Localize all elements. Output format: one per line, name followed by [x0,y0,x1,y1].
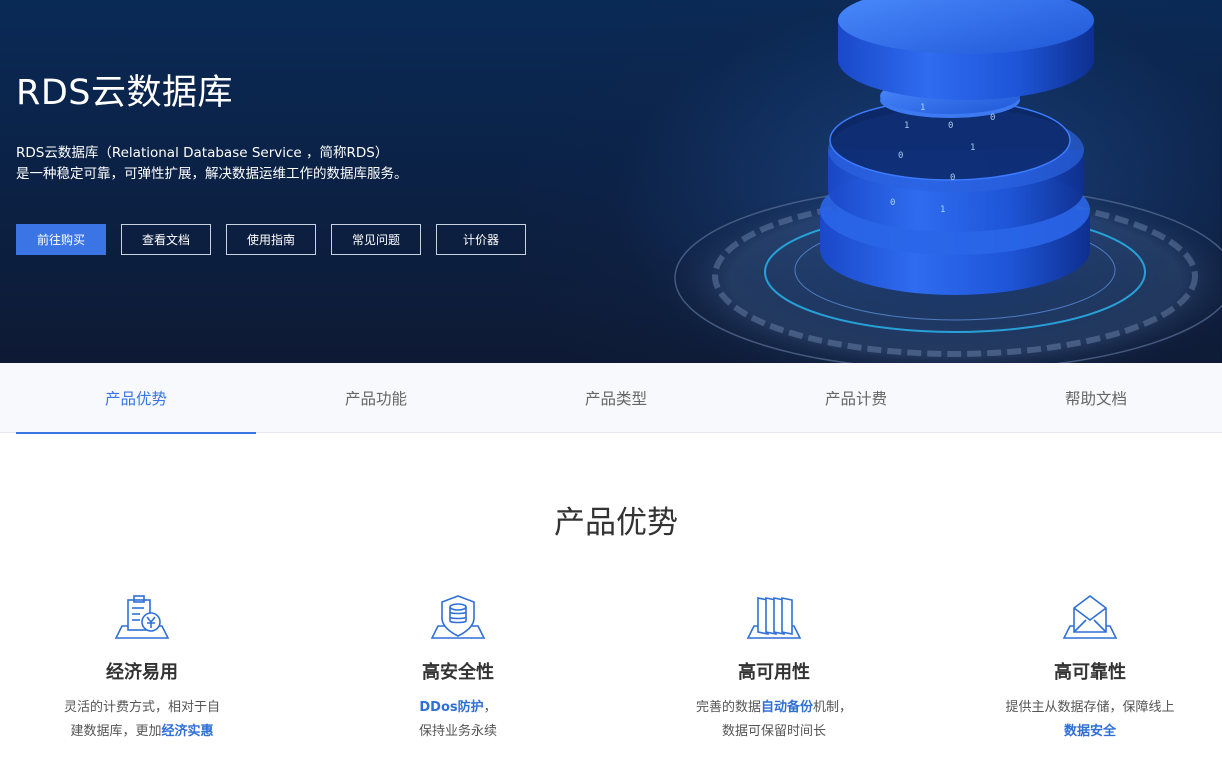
hero-button-group: 前往购买 查看文档 使用指南 常见问题 计价器 [16,224,526,255]
feature-description-line-2: 数据安全 [1063,724,1116,739]
svg-text:0: 0 [950,173,955,183]
feature-text: 建数据库，更加 [70,724,162,739]
feature-description-line-1: DDos防护， [308,696,608,720]
svg-text:0: 0 [990,113,995,123]
svg-text:1: 1 [940,205,945,215]
feature-availability: 高可用性 完善的数据自动备份机制， 数据可保留时间长 [624,592,924,744]
feature-economical: 经济易用 灵活的计费方式，相对于自 建数据库，更加经济实惠 [0,592,292,744]
tab-help-docs[interactable]: 帮助文档 [976,363,1216,433]
feature-text: ， [483,700,497,715]
price-calculator-button[interactable]: 计价器 [436,224,526,255]
feature-description-line-2: 数据可保留时间长 [721,724,826,739]
svg-text:1: 1 [920,103,925,113]
database-illustration: 1 0 1 0 1 0 0 1 0 [655,0,1222,363]
feature-description-line-1: 灵活的计费方式，相对于自 [63,700,220,715]
feature-description: 完善的数据自动备份机制， 数据可保留时间长 [624,696,924,744]
view-docs-button[interactable]: 查看文档 [121,224,211,255]
tab-billing[interactable]: 产品计费 [736,363,976,433]
feature-description: DDos防护， 保持业务永续 [308,696,608,744]
feature-title: 高安全性 [422,662,494,683]
feature-security: 高安全性 DDos防护， 保持业务永续 [308,592,608,744]
svg-text:0: 0 [890,198,895,208]
feature-reliability: 高可靠性 提供主从数据存储，保障线上 数据安全 [940,592,1222,744]
tab-types[interactable]: 产品类型 [496,363,736,433]
feature-text: 机制， [813,700,853,715]
svg-text:0: 0 [898,151,903,161]
envelope-icon [1062,595,1118,639]
hero-description: RDS云数据库（Relational Database Service ，简称R… [16,143,408,185]
feature-highlight: DDos防护 [419,700,484,715]
feature-description-line-2: 保持业务永续 [418,724,497,739]
faq-button[interactable]: 常见问题 [331,224,421,255]
stacked-pages-icon [746,597,802,639]
svg-text:1: 1 [970,143,975,153]
feature-description-line-1: 提供主从数据存储，保障线上 [1005,700,1175,715]
tab-advantages[interactable]: 产品优势 [16,363,256,434]
hero-banner: 1 0 1 0 1 0 0 1 0 RDS云数据库 RDS云数据库（Relational D… [0,0,1222,363]
user-guide-button[interactable]: 使用指南 [226,224,316,255]
feature-description-line-1: 完善的数据自动备份机制， [624,696,924,720]
feature-highlight: 自动备份 [760,700,813,715]
feature-title: 高可靠性 [1054,662,1126,683]
feature-highlight: 经济实惠 [161,724,214,739]
feature-description: 提供主从数据存储，保障线上 数据安全 [940,696,1222,744]
page-title: RDS云数据库 [16,73,233,113]
buy-button[interactable]: 前往购买 [16,224,106,255]
feature-description-line-2: 建数据库，更加经济实惠 [0,720,292,744]
svg-text:1: 1 [904,121,909,131]
feature-text: 完善的数据 [695,700,761,715]
money-document-icon [114,595,170,639]
hero-description-line-2: 是一种稳定可靠，可弹性扩展，解决数据运维工作的数据库服务。 [16,166,408,182]
svg-text:0: 0 [948,121,953,131]
section-tabs: 产品优势 产品功能 产品类型 产品计费 帮助文档 [0,363,1222,434]
hero-description-line-1: RDS云数据库（Relational Database Service ，简称R… [16,145,389,161]
feature-title: 高可用性 [738,662,810,683]
feature-title: 经济易用 [106,662,178,683]
tab-features[interactable]: 产品功能 [256,363,496,433]
section-title: 产品优势 [554,505,678,541]
feature-description: 灵活的计费方式，相对于自 建数据库，更加经济实惠 [0,696,292,744]
database-shield-icon [430,595,486,639]
